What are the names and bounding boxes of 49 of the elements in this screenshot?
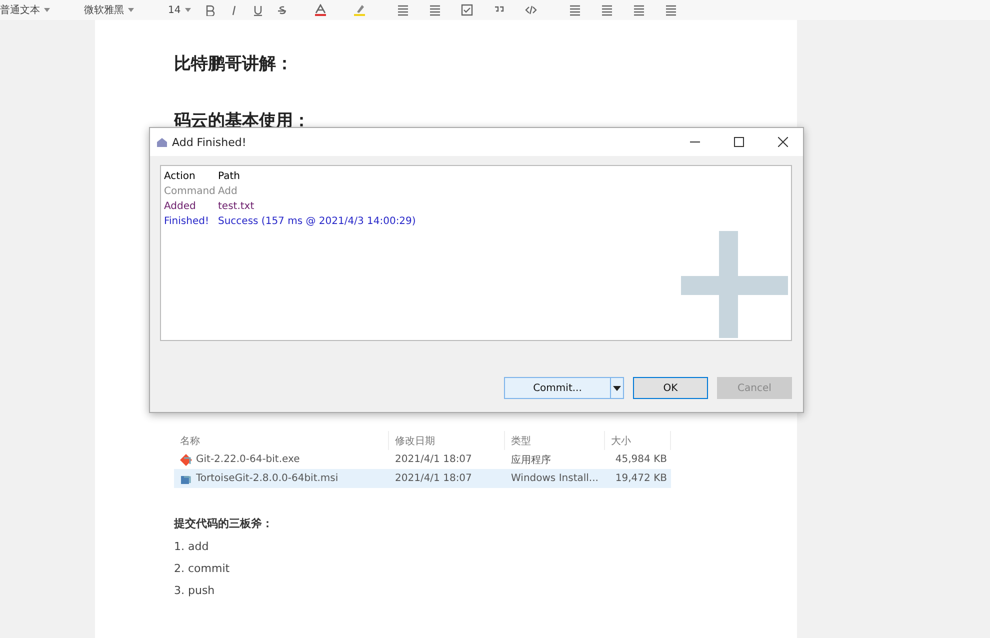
log-path: Success (157 ms @ 2021/4/3 14:00:29)	[218, 216, 417, 227]
file-type: Windows Install...	[510, 473, 600, 484]
underline-icon[interactable]	[252, 4, 263, 16]
list-item: 3. push	[174, 584, 215, 597]
caret-icon	[128, 8, 134, 12]
file-row[interactable]: TortoiseGit-2.8.0.0-64bit.msi 2021/4/1 18:07 Windows Install... 19,472 KB	[174, 469, 671, 488]
log-path: test.txt	[218, 201, 256, 212]
file-type: 应用程序	[510, 454, 552, 466]
subheading: 提交代码的三板斧：	[174, 516, 273, 531]
paragraph-style-dropdown[interactable]: 普通文本	[0, 3, 40, 17]
file-name: Git-2.22.0-64-bit.exe	[174, 454, 389, 466]
column-header[interactable]: 名称	[174, 431, 389, 450]
file-icon	[180, 454, 192, 466]
app-icon	[156, 136, 168, 148]
font-size-dropdown[interactable]: 14	[168, 4, 181, 16]
column-header[interactable]: 类型	[505, 431, 605, 450]
code-icon[interactable]	[524, 4, 537, 16]
close-icon	[778, 137, 788, 147]
log-action: Finished!	[164, 216, 210, 227]
plus-icon	[681, 231, 788, 338]
column-header[interactable]: 大小	[605, 431, 671, 450]
file-size: 19,472 KB	[614, 473, 668, 484]
list-item: 1. add	[174, 540, 209, 553]
ok-button[interactable]: OK	[633, 377, 708, 399]
file-date: 2021/4/1 18:07	[394, 454, 473, 465]
log-action: Action	[164, 171, 196, 182]
align-icon[interactable]	[568, 4, 581, 16]
highlight-icon[interactable]	[354, 4, 365, 16]
column-header[interactable]: 修改日期	[389, 431, 505, 450]
caret-icon	[44, 8, 50, 12]
log-path: Path	[218, 171, 241, 182]
list-item: 2. commit	[174, 562, 230, 575]
file-date: 2021/4/1 18:07	[394, 473, 473, 484]
log-path: Add	[218, 186, 238, 197]
strikethrough-icon[interactable]	[276, 4, 287, 16]
text-color-icon[interactable]	[314, 4, 326, 16]
font-dropdown[interactable]: 微软雅黑	[84, 3, 124, 17]
log-action: Added	[164, 201, 197, 212]
commit-split-button[interactable]: Commit...	[504, 377, 624, 399]
maximize-icon	[734, 137, 744, 147]
log-action: Command	[164, 186, 216, 197]
file-row[interactable]: Git-2.22.0-64-bit.exe 2021/4/1 18:07 应用程序 45,984 KB	[174, 450, 671, 469]
heading: 比特鹏哥讲解：	[174, 53, 293, 75]
checklist-icon[interactable]	[460, 4, 473, 16]
window-title: Add Finished!	[172, 136, 248, 148]
file-name: TortoiseGit-2.8.0.0-64bit.msi	[174, 472, 389, 484]
caret-icon	[184, 8, 191, 12]
file-size: 45,984 KB	[614, 454, 668, 465]
bold-icon[interactable]	[204, 4, 215, 16]
